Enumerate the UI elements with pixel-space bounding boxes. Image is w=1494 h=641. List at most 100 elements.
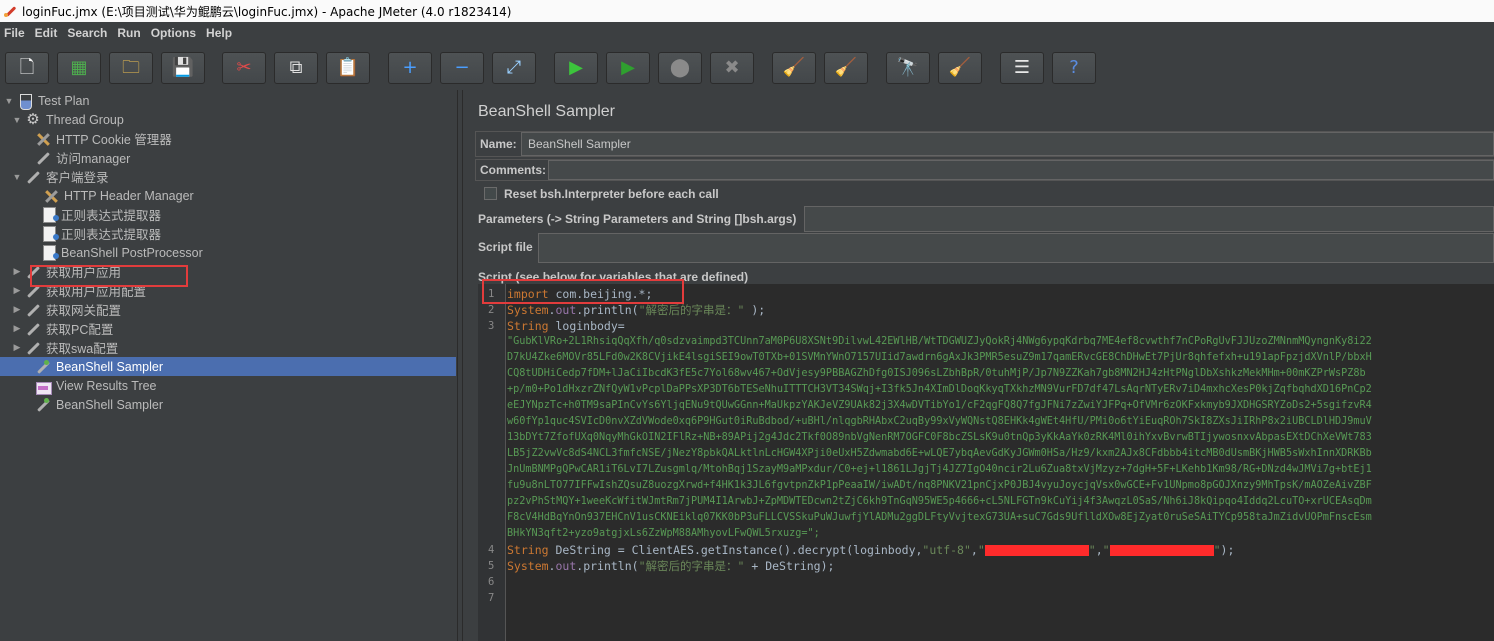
pipette-icon (25, 321, 41, 337)
loginbody-string-line: pz2vPhStMQY+1weeKcWfitWJmtRm7jPUM4I1Arwb… (507, 496, 1372, 507)
tree-node-label: 正则表达式提取器 (61, 209, 162, 223)
reset-interpreter-checkbox[interactable] (484, 187, 497, 200)
paste-icon: 📋 (336, 57, 360, 78)
tree-node[interactable]: ▼ 客户端登录 (12, 167, 109, 186)
jmeter-feather-icon (3, 4, 17, 18)
loginbody-string-line: fu9u8nLTO77IFFwIshZQsuZ8uozgXrwd+f4HK1k3… (507, 480, 1372, 491)
tree-node[interactable]: ▼ Test Plan (4, 91, 89, 110)
redacted-key (984, 545, 1089, 556)
tree-node[interactable]: HTTP Header Manager (30, 186, 194, 205)
loginbody-string-line: JnUmBNMPgQPwCAR1iT6LvI7LZusgmlq/MtohBqj1… (507, 464, 1372, 475)
cut-icon: ✂ (236, 57, 252, 78)
templates-button[interactable]: ▦ (57, 52, 101, 84)
tree-node[interactable]: ▶ 获取网关配置 (12, 300, 121, 319)
loginbody-string-line: F8cV4HdBqYnOn937EHCnV1usCKNEiklq07KK0bP3… (507, 512, 1372, 523)
tree-node[interactable]: 正则表达式提取器 (30, 224, 161, 243)
tree-node[interactable]: ▶ 获取PC配置 (12, 319, 114, 338)
menu-options[interactable]: Options (151, 26, 196, 40)
function-helper-button[interactable]: ☰ (1000, 52, 1044, 84)
tree-node[interactable]: 访问manager (22, 148, 130, 167)
pipette-icon (25, 302, 41, 318)
tree-node[interactable]: ▼ ⚙ Thread Group (12, 110, 124, 129)
clear-all-button[interactable]: 🧹 (824, 52, 868, 84)
tree-node[interactable]: BeanShell PostProcessor (30, 243, 203, 262)
save-icon: 💾 (171, 57, 195, 78)
expanded-arrow-icon[interactable]: ▼ (12, 115, 22, 125)
reset-search-icon: 🧹 (948, 57, 972, 78)
test-plan-flask-icon (17, 93, 33, 110)
tree-node-label: 获取swa配置 (46, 342, 119, 356)
start-no-pauses-icon: ▶ (621, 57, 635, 78)
reset-interpreter-label: Reset bsh.Interpreter before each call (504, 187, 719, 201)
comments-field[interactable] (548, 160, 1494, 180)
tree-node-label: BeanShell Sampler (56, 397, 164, 412)
shutdown-button[interactable]: ✖ (710, 52, 754, 84)
help-button[interactable]: ? (1052, 52, 1096, 84)
collapse-button[interactable]: − (440, 52, 484, 84)
parameters-label: Parameters (-> String Parameters and Str… (478, 212, 797, 226)
new-plan-button[interactable]: 🗋 (5, 52, 49, 84)
collapsed-arrow-icon[interactable]: ▶ (12, 304, 22, 315)
paste-button[interactable]: 📋 (326, 52, 370, 84)
import-line-highlight-box (482, 279, 684, 304)
thread-group-gear-icon: ⚙ (26, 110, 40, 128)
tree-node-label: 获取PC配置 (46, 323, 114, 337)
tree-node-label: Thread Group (46, 112, 124, 127)
start-button[interactable]: ▶ (554, 52, 598, 84)
collapsed-arrow-icon[interactable]: ▶ (12, 285, 22, 296)
cut-button[interactable]: ✂ (222, 52, 266, 84)
new-plan-icon: 🗋 (19, 57, 35, 78)
menu-bar: File Edit Search Run Options Help (0, 22, 1494, 44)
loginbody-string-line: CQ8tUDHiCedp7fDM+lJaCiIbcdK3fE5c7Yol68wv… (507, 368, 1366, 379)
code-line-3: String loginbody= (507, 319, 625, 333)
menu-edit[interactable]: Edit (35, 26, 58, 40)
name-field[interactable]: BeanShell Sampler (521, 132, 1494, 156)
expanded-arrow-icon[interactable]: ▼ (12, 172, 22, 182)
start-no-pauses-button[interactable]: ▶ (606, 52, 650, 84)
toolbar: 🗋 ▦ 🗀 💾 ✂ ⧉ 📋 + − ⤢ ▶ ▶ ⬤ ✖ 🧹 🧹 🔭 🧹 ☰? (0, 46, 1494, 90)
help-icon: ? (1069, 57, 1079, 78)
copy-button[interactable]: ⧉ (274, 52, 318, 84)
loginbody-string-line: D7kU4Zke6MOVr85LFd0w2K8CVjikE4lsgiSEI9ow… (507, 352, 1372, 363)
loginbody-string-line: eEJYNpzTc+h0TM9saPInCvYs6YljqENu9tQUwGGn… (507, 400, 1372, 411)
script-file-label: Script file (478, 240, 533, 254)
menu-file[interactable]: File (4, 26, 25, 40)
tree-node-label: 访问manager (56, 152, 131, 166)
save-button[interactable]: 💾 (161, 52, 205, 84)
menu-search[interactable]: Search (67, 26, 107, 40)
function-helper-icon: ☰ (1013, 57, 1031, 78)
results-tree-icon (35, 378, 52, 395)
reset-search-button[interactable]: 🧹 (938, 52, 982, 84)
tree-node[interactable]: BeanShell Sampler (22, 395, 163, 414)
stop-icon: ⬤ (669, 57, 691, 78)
parameters-field[interactable] (804, 206, 1494, 232)
tree-node[interactable]: BeanShell Sampler (0, 357, 456, 376)
menu-help[interactable]: Help (206, 26, 232, 40)
config-tools-icon (43, 188, 59, 204)
expanded-arrow-icon[interactable]: ▼ (4, 96, 14, 106)
templates-icon: ▦ (70, 57, 88, 78)
loginbody-string-line: w60fYp1quc4SVIcD0nvXZdVWode0xq6P9HGut0iR… (507, 416, 1372, 427)
extractor-doc-icon (43, 206, 59, 223)
script-file-field[interactable] (538, 233, 1494, 263)
clear-icon: 🧹 (782, 57, 806, 78)
menu-run[interactable]: Run (117, 26, 140, 40)
tree-node[interactable]: ▶ 获取swa配置 (12, 338, 119, 357)
tree-node[interactable]: View Results Tree (22, 376, 157, 395)
beanshell-sampler-icon (35, 397, 51, 413)
collapsed-arrow-icon[interactable]: ▶ (12, 323, 22, 334)
script-editor[interactable]: 1 2 3 4 5 6 7 import com.beijing.*; Syst… (478, 284, 1494, 641)
loginbody-string-line: BHkYN3qft2+yzo9atgjxLs6ZzWpM88AMhyovLFwQ… (507, 528, 820, 539)
collapsed-arrow-icon[interactable]: ▶ (12, 266, 22, 277)
search-button[interactable]: 🔭 (886, 52, 930, 84)
tree-node[interactable]: HTTP Cookie 管理器 (22, 129, 172, 148)
tree-node[interactable]: 正则表达式提取器 (30, 205, 161, 224)
stop-button[interactable]: ⬤ (658, 52, 702, 84)
open-button[interactable]: 🗀 (109, 52, 153, 84)
toggle-button[interactable]: ⤢ (492, 52, 536, 84)
collapsed-arrow-icon[interactable]: ▶ (12, 342, 22, 353)
expand-button[interactable]: + (388, 52, 432, 84)
loginbody-string-line: 13bDYt7ZfofUXq0NqyMhGkOIN2IFlRz+NB+89APi… (507, 432, 1372, 443)
expand-icon: + (402, 57, 418, 78)
clear-button[interactable]: 🧹 (772, 52, 816, 84)
